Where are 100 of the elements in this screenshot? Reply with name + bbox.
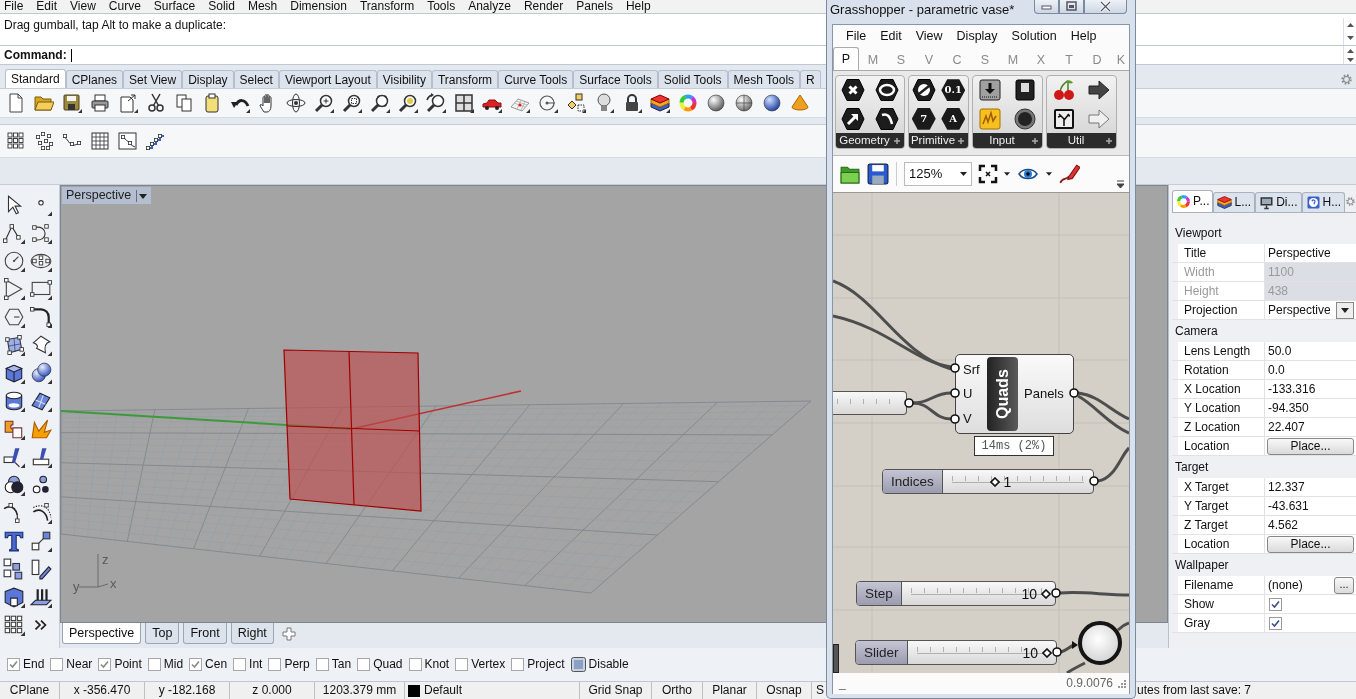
place-button[interactable]: Place... [1267,437,1354,455]
port-icon[interactable] [1089,476,1099,486]
spin-down-icon[interactable] [1345,56,1355,63]
curve-hexagon-icon[interactable] [875,106,899,131]
hexagon-button[interactable]: 0.1 [941,79,966,102]
checkbox[interactable] [1269,616,1282,630]
status-pane[interactable]: CPlane [0,682,60,699]
property-value-field[interactable]: (none) [1265,576,1334,594]
scale-icon[interactable] [29,530,52,552]
property-value-field[interactable]: 12.337 [1265,478,1356,496]
toolbar-tab[interactable]: Viewport Layout [278,70,377,88]
menu-item[interactable]: Transform [355,0,424,13]
point-grid-icon[interactable] [6,131,26,151]
tree-tile-icon[interactable] [1052,106,1077,131]
rectangle-pencil-icon[interactable] [29,558,52,580]
slider-thumb[interactable] [990,476,1001,487]
caret-icon[interactable] [1004,172,1010,176]
group-expand-button[interactable]: Util [1047,133,1116,148]
mesh-plane-icon[interactable] [29,390,52,412]
status-pane[interactable]: Ortho [652,682,703,699]
maximize-button[interactable] [1059,0,1084,14]
ellipse-hexagon-icon[interactable] [875,78,899,103]
four-viewports-icon[interactable] [454,93,474,113]
menu-item[interactable]: Surface [149,0,205,13]
spheres-icon[interactable] [29,362,52,384]
array-icon[interactable] [2,558,25,580]
toolbar-tab[interactable]: Mesh Tools [727,70,801,88]
port-icon[interactable] [904,398,914,408]
glossy-sphere-icon[interactable] [762,93,782,113]
checkbox[interactable] [233,658,247,671]
menu-item[interactable]: Solution [1004,28,1064,44]
port-icon[interactable] [1069,388,1079,398]
star-burst-icon[interactable] [29,418,52,440]
overflow-icon[interactable] [1116,180,1125,189]
open-folder-icon[interactable] [34,93,54,113]
switch-tile-icon[interactable] [1012,78,1037,103]
toolbar-tab[interactable]: Visibility [376,70,432,88]
printer-icon[interactable] [90,93,110,113]
gear-icon[interactable] [1345,195,1356,208]
minimize-button[interactable] [1034,0,1059,14]
toolbar-tab[interactable]: Transform [431,70,499,88]
number-slider[interactable]: Slider 10 [855,640,1057,665]
menu-item[interactable]: Tools [423,0,465,13]
panel-tab[interactable]: L... [1213,192,1256,212]
status-pane[interactable]: y -182.168 [145,682,230,699]
triangle-curve-icon[interactable] [2,278,25,300]
group-expand-button[interactable]: Primitive [909,133,968,148]
sphere-icon[interactable] [706,93,726,113]
property-value-field[interactable]: -133.316 [1265,380,1356,398]
color-wheel-icon[interactable] [678,93,698,113]
shapes-icon[interactable] [566,93,586,113]
save-icon[interactable] [867,163,889,185]
browse-button[interactable]: ... [1334,576,1354,594]
new-document-icon[interactable] [6,93,26,113]
menu-item[interactable]: File [0,0,33,13]
surface-points-icon[interactable] [2,334,25,356]
scroll-up-icon[interactable] [1345,21,1355,28]
checkbox[interactable] [50,658,64,671]
property-value-field[interactable]: 4.562 [1265,516,1356,534]
copy-icon[interactable] [174,93,194,113]
hexagon-button[interactable]: 7 [911,107,936,130]
checkbox[interactable] [315,658,329,671]
port-icon[interactable] [950,414,960,424]
layers-icon[interactable] [650,93,670,113]
fillet-curve-icon[interactable] [29,306,52,328]
close-button[interactable] [1084,0,1127,14]
zoom-in-icon[interactable] [314,93,334,113]
menu-item[interactable]: View [908,28,950,44]
slider-thumb[interactable] [1041,588,1051,599]
viewport-tab[interactable]: Top [145,623,180,644]
status-pane[interactable]: Grid Snap [580,682,652,699]
arrow-icon[interactable] [1086,78,1111,103]
control-point-curve-icon[interactable] [29,222,52,244]
checkbox[interactable] [189,658,203,671]
panel-tab[interactable]: P... [1172,190,1214,212]
download-tile-icon[interactable] [978,78,1003,103]
component[interactable]: Srf U V Quads Panels [955,354,1074,434]
checkbox[interactable] [357,658,371,671]
cone-icon[interactable] [790,93,810,113]
toolbar-tab[interactable]: Select [233,70,279,88]
sphere-grid-icon[interactable] [734,93,754,113]
hexagon-button[interactable]: A [941,107,966,130]
viewport-tab[interactable]: Right [230,623,274,644]
plane-cut-icon[interactable] [2,446,25,468]
grid-icon[interactable] [90,131,110,151]
zoom-extents-icon[interactable] [370,93,390,113]
port-icon[interactable] [1052,647,1062,657]
cube-icon[interactable] [2,362,25,384]
light-bulb-icon[interactable] [594,93,614,113]
circle-icon[interactable] [2,250,25,272]
page-arrow-icon[interactable] [118,93,138,113]
menu-item[interactable]: Solid [204,0,244,13]
port-icon[interactable] [950,388,960,398]
toolbar-tab[interactable]: Solid Tools [657,70,728,88]
puzzle-icon[interactable] [2,418,25,440]
viewport-tab[interactable]: Perspective [62,623,142,644]
add-tab-icon[interactable] [281,627,296,641]
toolbar-tab[interactable]: Display [182,70,234,88]
component-tab[interactable]: P [833,47,859,70]
checkbox[interactable] [98,658,112,671]
